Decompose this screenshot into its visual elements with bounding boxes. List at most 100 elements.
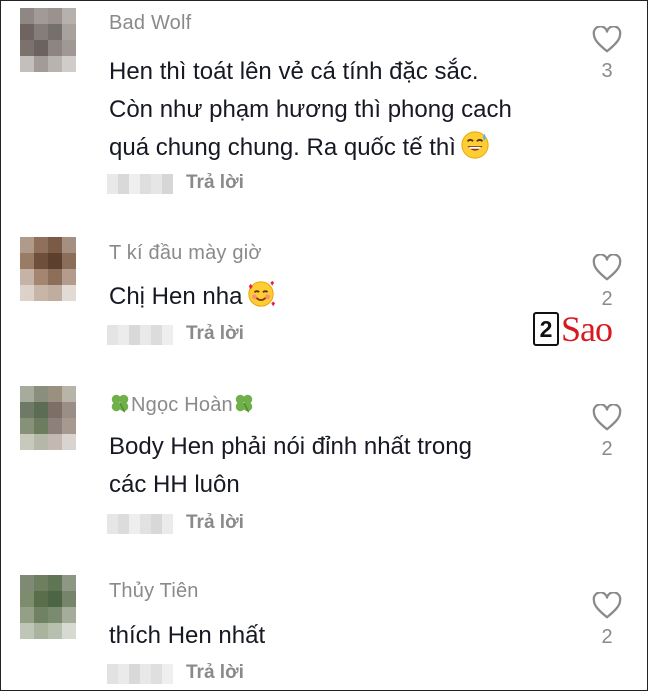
avatar-pixel (62, 418, 76, 434)
avatar-pixel (20, 402, 34, 418)
blurred-date (107, 174, 173, 194)
avatar-pixel (20, 40, 34, 56)
reply-button[interactable]: Trả lời (186, 323, 244, 345)
like-count: 2 (601, 438, 613, 460)
heart-icon[interactable] (592, 592, 622, 620)
avatar-pixel (34, 402, 48, 418)
four-leaf-clover-icon (111, 394, 129, 413)
blurred-date (107, 664, 173, 684)
avatar-pixel (62, 269, 76, 285)
avatar-pixel (62, 591, 76, 607)
avatar-pixel (20, 237, 34, 253)
avatar-pixel (34, 40, 48, 56)
avatar-pixel (34, 8, 48, 24)
avatar[interactable] (20, 575, 76, 639)
avatar-pixel (34, 56, 48, 72)
avatar[interactable] (20, 237, 76, 301)
blurred-date (107, 514, 173, 534)
avatar-pixel (20, 24, 34, 40)
avatar-pixel (20, 418, 34, 434)
like-button[interactable]: 2 (584, 404, 630, 461)
comment-text: thích Hen nhất (109, 617, 579, 655)
reply-button[interactable]: Trả lời (186, 172, 244, 194)
avatar-pixel (34, 237, 48, 253)
like-button[interactable]: 2 (584, 254, 630, 311)
comment-username[interactable]: Bad Wolf (109, 12, 191, 35)
avatar-pixel (62, 253, 76, 269)
like-count: 2 (601, 626, 613, 648)
avatar-pixel (20, 386, 34, 402)
avatar-pixel (20, 575, 34, 591)
comment-username[interactable]: T kí đầu mày giờ (109, 242, 262, 265)
watermark-text: Sao (561, 309, 613, 349)
avatar-pixel (48, 24, 62, 40)
avatar-pixel (48, 40, 62, 56)
like-count: 3 (601, 60, 613, 82)
comment-line: Còn như phạm hương thì phong cach (109, 96, 512, 123)
blurred-date (107, 325, 173, 345)
avatar[interactable] (20, 8, 76, 72)
heart-icon[interactable] (592, 404, 622, 432)
comment-username[interactable]: Thủy Tiên (109, 580, 199, 603)
avatar-pixel (48, 253, 62, 269)
avatar-pixel (48, 56, 62, 72)
avatar-pixel (62, 8, 76, 24)
comment-line: quá chung chung. Ra quốc tế thì (109, 129, 579, 167)
avatar-pixel (48, 623, 62, 639)
reply-button[interactable]: Trả lời (186, 512, 244, 534)
avatar-pixel (62, 575, 76, 591)
comment-line: Chị Hen nha (109, 278, 579, 316)
avatar-pixel (48, 386, 62, 402)
comment-username[interactable]: Ngọc Hoàn (109, 392, 255, 417)
avatar-pixel (34, 24, 48, 40)
avatar-pixel (34, 591, 48, 607)
watermark-logo: 2 Sao (533, 308, 613, 350)
comment-text: Body Hen phải nói đỉnh nhất trong các HH… (109, 428, 579, 504)
comment-line: các HH luôn (109, 471, 240, 498)
like-button[interactable]: 2 (584, 592, 630, 649)
avatar-pixel (20, 8, 34, 24)
avatar-pixel (62, 237, 76, 253)
avatar-pixel (62, 285, 76, 301)
avatar-pixel (20, 285, 34, 301)
avatar-pixel (20, 623, 34, 639)
like-button[interactable]: 3 (584, 26, 630, 83)
smiling-face-with-hearts-emoji (248, 280, 276, 307)
avatar-pixel (48, 607, 62, 623)
avatar-pixel (62, 434, 76, 450)
comment-text: Chị Hen nha (109, 278, 579, 316)
avatar-pixel (20, 591, 34, 607)
avatar-pixel (48, 434, 62, 450)
heart-icon[interactable] (592, 26, 622, 54)
avatar-pixel (62, 402, 76, 418)
sweat-smile-emoji (461, 131, 489, 159)
avatar-pixel (34, 418, 48, 434)
avatar-pixel (34, 623, 48, 639)
avatar-pixel (48, 575, 62, 591)
four-leaf-clover-icon (235, 394, 253, 413)
avatar-pixel (62, 40, 76, 56)
heart-icon[interactable] (592, 254, 622, 282)
comment-line: Body Hen phải nói đỉnh nhất trong (109, 433, 472, 460)
avatar-pixel (34, 434, 48, 450)
avatar-pixel (48, 8, 62, 24)
reply-button[interactable]: Trả lời (186, 662, 244, 684)
avatar-pixel (62, 623, 76, 639)
avatar-pixel (48, 285, 62, 301)
avatar-pixel (20, 607, 34, 623)
avatar-pixel (34, 607, 48, 623)
avatar-pixel (62, 24, 76, 40)
avatar-pixel (48, 402, 62, 418)
comment-line: thích Hen nhất (109, 622, 266, 649)
avatar-pixel (20, 434, 34, 450)
avatar-pixel (34, 269, 48, 285)
avatar-pixel (34, 285, 48, 301)
watermark-number: 2 (533, 312, 559, 346)
avatar-pixel (20, 269, 34, 285)
avatar-pixel (20, 56, 34, 72)
avatar[interactable] (20, 386, 76, 450)
comment-line: Hen thì toát lên vẻ cá tính đặc sắc. (109, 58, 479, 85)
avatar-pixel (20, 253, 34, 269)
avatar-pixel (62, 607, 76, 623)
avatar-pixel (48, 418, 62, 434)
